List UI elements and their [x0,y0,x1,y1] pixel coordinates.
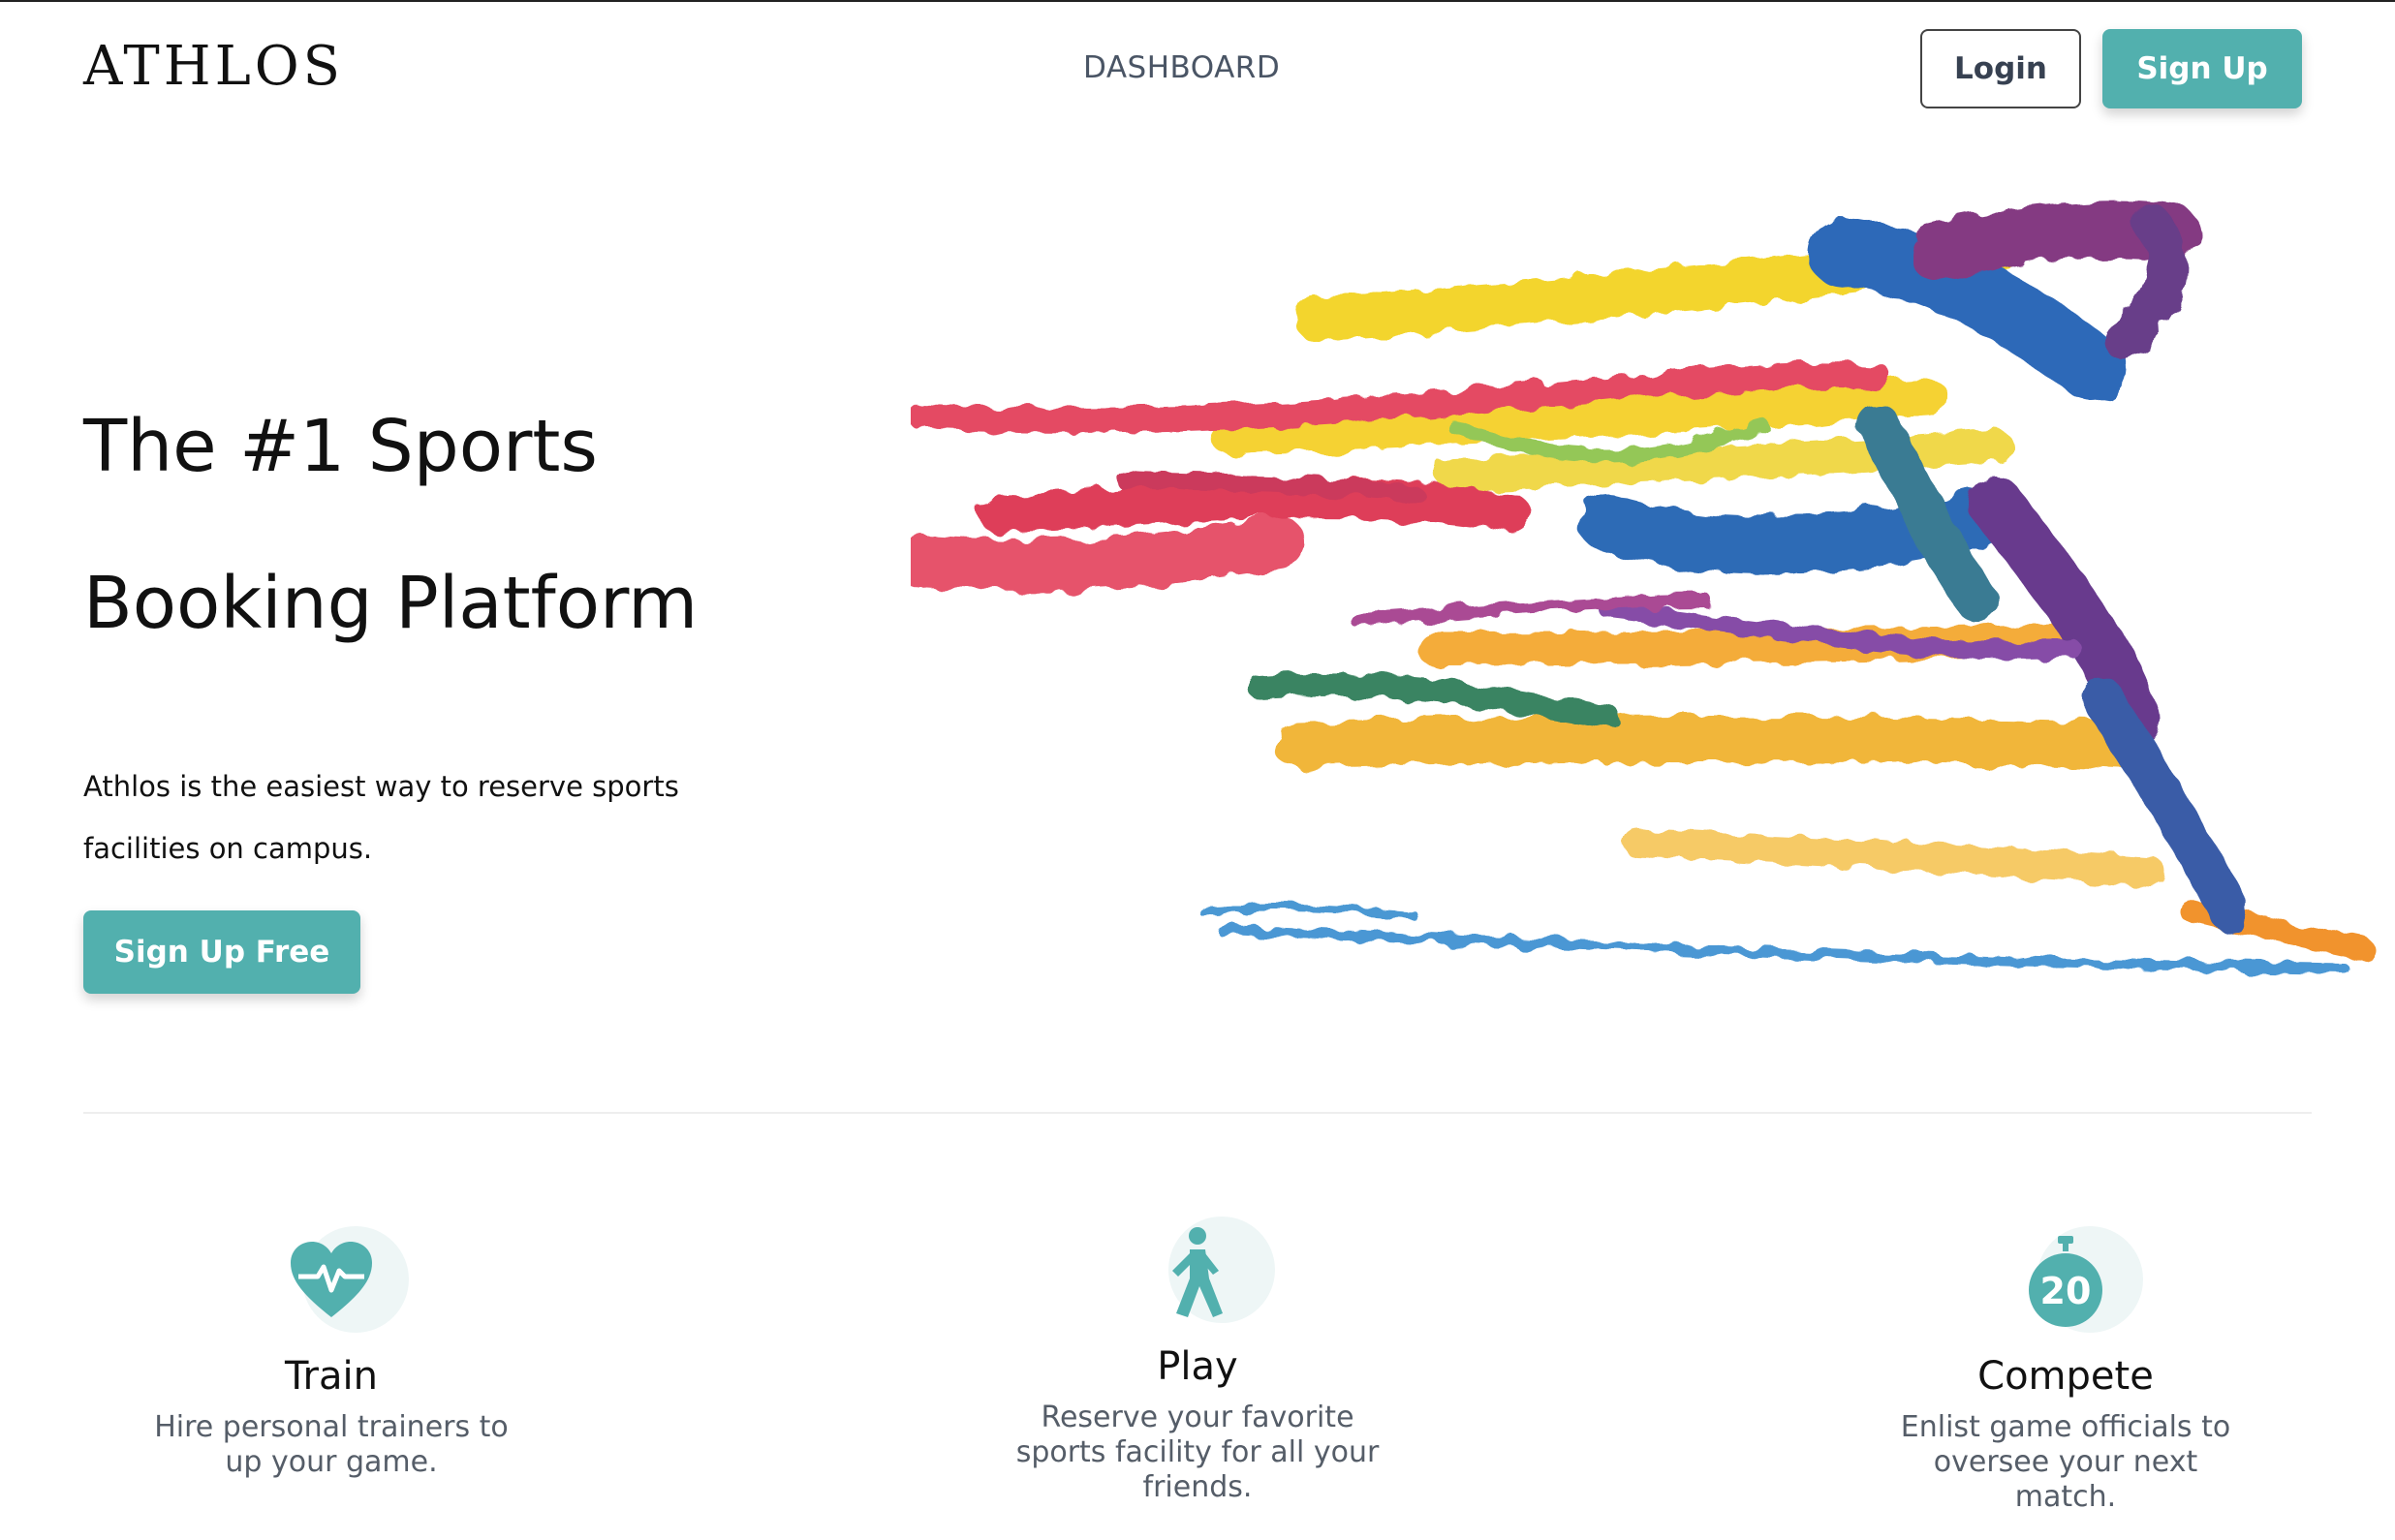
feature-compete: 20 Compete Enlist game officials to over… [1794,1220,2337,1515]
walking-person-icon [1172,1227,1223,1317]
signup-button[interactable]: Sign Up [2102,29,2302,108]
heart-pulse-icon [291,1242,372,1317]
feature-train: Train Hire personal trainers to up your … [60,1220,603,1480]
top-border [0,0,2395,2]
login-button[interactable]: Login [1920,29,2081,108]
feature-title: Play [1157,1344,1238,1389]
feature-title: Compete [1977,1354,2154,1399]
athlos-logo[interactable]: ATHLOS [83,35,344,98]
nav-dashboard-link[interactable]: DASHBOARD [1083,50,1280,85]
section-divider [83,1112,2312,1114]
svg-text:20: 20 [2040,1270,2092,1312]
stopwatch-20-icon: 20 [2029,1236,2102,1327]
feature-description: Enlist game officials to oversee your ne… [1900,1410,2231,1514]
signup-free-button[interactable]: Sign Up Free [83,910,360,994]
feature-title: Train [285,1354,378,1399]
feature-description: Reserve your favorite sports facility fo… [1015,1401,1380,1504]
feature-description: Hire personal trainers to up your game. [154,1410,509,1479]
hero-title: The #1 Sports Booking Platform [83,405,699,645]
feature-play: Play Reserve your favorite sports facili… [926,1211,1469,1505]
watercolor-runner-illustration [911,200,2375,973]
hero-subtitle: Athlos is the easiest way to reserve spo… [83,770,679,865]
